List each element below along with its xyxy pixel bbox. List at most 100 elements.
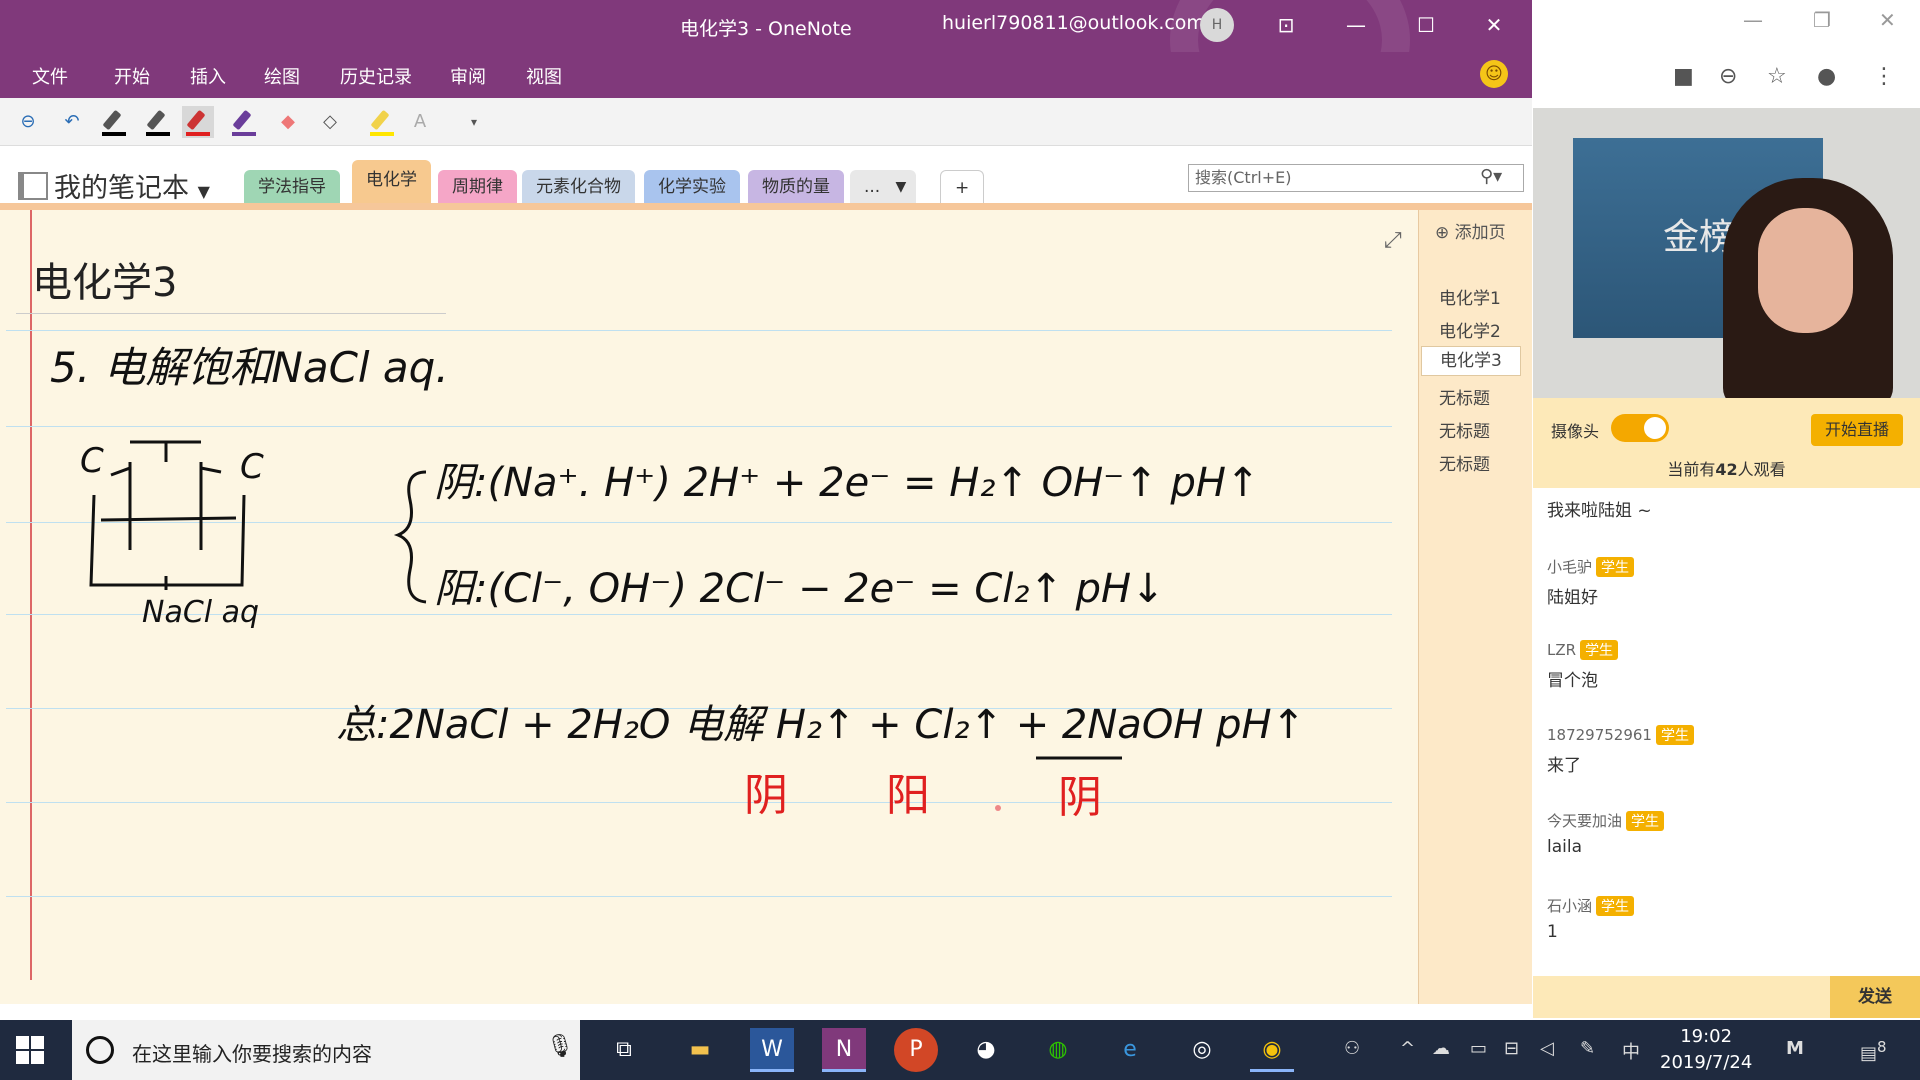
section-tabs: 我的笔记本 ▼ 学法指导 电化学 周期律 元素化合物 化学实验 物质的量 ...… (0, 146, 1532, 204)
chat-input[interactable] (1533, 976, 1830, 1018)
onenote-icon[interactable]: N (822, 1028, 866, 1072)
windows-taskbar: 在这里输入你要搜索的内容 🎙 ⧉ ▬ W N P ◕ ◍ e ◎ ◉ ⚇ ^ ☁… (0, 1020, 1920, 1080)
add-page-button[interactable]: ⊕ 添加页 (1435, 218, 1506, 243)
ime-indicator[interactable]: 中 (1622, 1038, 1640, 1064)
chat-user-name: 今天要加油 (1547, 812, 1623, 830)
pen-purple-icon[interactable] (228, 106, 260, 138)
back-icon[interactable]: ⊖ (12, 106, 44, 138)
chat-user-name: 小毛驴 (1547, 558, 1593, 576)
customize-toolbar-icon[interactable]: ▾ (458, 106, 490, 138)
tab-periodic-law[interactable]: 周期律 (438, 170, 517, 204)
pen-black-icon[interactable] (98, 106, 130, 138)
people-icon[interactable]: ⚇ (1344, 1038, 1360, 1059)
microphone-icon[interactable]: 🎙 (546, 1034, 574, 1059)
section-color-strip (0, 203, 1532, 210)
lasso-select-icon[interactable]: ◇ (314, 106, 346, 138)
file-explorer-icon[interactable]: ▬ (678, 1028, 722, 1072)
search-icon[interactable]: ⚲▾ (1480, 166, 1502, 187)
windows-logo-icon (31, 1036, 44, 1049)
chat-list[interactable]: 我来啦陆姐 ~ 小毛驴 学生 陆姐好 LZR 学生 冒个泡 18729752961 学生来… (1533, 488, 1920, 976)
obs-icon[interactable]: ◎ (1180, 1028, 1224, 1072)
page-item-2[interactable]: 电化学2 (1439, 317, 1501, 342)
powerpoint-icon[interactable]: P (894, 1028, 938, 1072)
ink-solution-label: NaCl aq (142, 595, 259, 630)
camera-label: 摄像头 (1551, 422, 1600, 441)
page-item-4[interactable]: 无标题 (1439, 384, 1490, 409)
tab-electrochemistry[interactable]: 电化学 (352, 160, 431, 204)
m-app-icon[interactable]: M (1786, 1038, 1804, 1059)
menu-review[interactable]: 审阅 (450, 63, 486, 89)
wechat-icon[interactable]: ◍ (1036, 1028, 1080, 1072)
send-button[interactable]: 发送 (1830, 976, 1920, 1018)
page-item-5[interactable]: 无标题 (1439, 417, 1490, 442)
zoom-out-icon[interactable]: ⊖ (1719, 64, 1737, 89)
start-live-button[interactable]: 开始直播 (1811, 414, 1903, 446)
task-view-icon[interactable]: ⧉ (602, 1028, 646, 1072)
minimize-button[interactable]: — (1336, 8, 1376, 42)
teacher-face (1758, 208, 1853, 333)
browser-minimize-button[interactable]: — (1743, 8, 1763, 32)
add-section-button[interactable]: + (940, 170, 985, 204)
feedback-smiley-icon[interactable]: ☺ (1480, 60, 1508, 88)
windows-logo-icon (16, 1036, 29, 1049)
tab-more-label: ... (864, 177, 881, 197)
page-item-3-selected[interactable]: 电化学3 (1421, 346, 1521, 376)
bookmark-star-icon[interactable]: ☆ (1767, 64, 1787, 89)
menu-draw[interactable]: 绘图 (264, 63, 300, 89)
menu-insert[interactable]: 插入 (190, 63, 226, 89)
action-center-icon[interactable]: ▤8 (1860, 1038, 1887, 1064)
tab-chemistry-experiments[interactable]: 化学实验 (644, 170, 740, 204)
network-icon[interactable]: ⊟ (1504, 1038, 1519, 1059)
camera-toggle[interactable] (1611, 414, 1669, 442)
avatar[interactable]: H (1200, 8, 1234, 42)
eraser-icon[interactable]: ◆ (272, 106, 304, 138)
show-hidden-icons[interactable]: ^ (1400, 1038, 1415, 1059)
menu-file[interactable]: 文件 (32, 63, 68, 89)
live-controls: 摄像头 开始直播 当前有42人观看 (1533, 398, 1920, 488)
taskbar-search[interactable]: 在这里输入你要搜索的内容 🎙 (72, 1020, 580, 1080)
chat-message: 18729752961 学生 来了 (1547, 725, 1694, 776)
browser-menu-icon[interactable]: ⋮ (1873, 64, 1895, 89)
pen-black-2-icon[interactable] (142, 106, 174, 138)
notification-count: 8 (1877, 1038, 1887, 1056)
note-page[interactable]: 电化学3 ⤢ 5. 电解饱和NaCl aq. C C NaCl aq 阴:(Na… (6, 210, 1418, 1004)
page-item-6[interactable]: 无标题 (1439, 450, 1490, 475)
word-icon[interactable]: W (750, 1028, 794, 1072)
menu-history[interactable]: 历史记录 (340, 63, 412, 89)
page-item-1[interactable]: 电化学1 (1439, 284, 1501, 309)
volume-icon[interactable]: ◁ (1540, 1038, 1554, 1059)
clock[interactable]: 19:02 2019/7/24 (1660, 1024, 1752, 1076)
browser-controls: — ❐ ✕ ■ ⊖ ☆ ● ⋮ (1533, 0, 1920, 108)
account-email[interactable]: huierl790811@outlook.com (942, 12, 1205, 34)
browser-close-button[interactable]: ✕ (1879, 8, 1896, 32)
pen-workspace-icon[interactable]: ✎ (1580, 1038, 1595, 1059)
onenote-window: 电化学3 - OneNote huierl790811@outlook.com … (0, 0, 1532, 1004)
search-input[interactable]: 搜索(Ctrl+E) (1188, 164, 1524, 192)
tab-study-guide[interactable]: 学法指导 (244, 170, 340, 204)
undo-icon[interactable]: ↶ (56, 106, 88, 138)
onedrive-icon[interactable]: ☁ (1432, 1038, 1450, 1059)
ink-to-text-icon[interactable]: A (404, 106, 436, 138)
menu-view[interactable]: 视图 (526, 63, 562, 89)
profile-icon[interactable]: ● (1817, 64, 1836, 89)
clock-date: 2019/7/24 (1660, 1052, 1753, 1073)
chat-message-text: 陆姐好 (1547, 588, 1598, 608)
battery-icon[interactable]: ▭ (1470, 1038, 1487, 1059)
ribbon-display-icon[interactable]: ⊡ (1266, 8, 1306, 42)
tab-elements-compounds[interactable]: 元素化合物 (522, 170, 635, 204)
maximize-button[interactable]: ☐ (1406, 8, 1446, 42)
tab-more[interactable]: ... ▼ (850, 170, 917, 204)
highlighter-icon[interactable] (366, 106, 398, 138)
chat-message-text: 我来啦陆姐 ~ (1547, 501, 1652, 521)
chrome-icon[interactable]: ◉ (1250, 1028, 1294, 1072)
notebook-selector[interactable]: 我的笔记本 ▼ (18, 166, 210, 205)
edge-icon[interactable]: e (1108, 1028, 1152, 1072)
camera-icon[interactable]: ■ (1673, 64, 1694, 89)
start-button[interactable] (16, 1036, 46, 1066)
pen-red-icon[interactable] (182, 106, 214, 138)
browser-restore-button[interactable]: ❐ (1813, 8, 1831, 32)
qq-icon[interactable]: ◕ (964, 1028, 1008, 1072)
close-button[interactable]: ✕ (1474, 8, 1514, 42)
menu-home[interactable]: 开始 (114, 63, 150, 89)
tab-amount-of-substance[interactable]: 物质的量 (748, 170, 844, 204)
